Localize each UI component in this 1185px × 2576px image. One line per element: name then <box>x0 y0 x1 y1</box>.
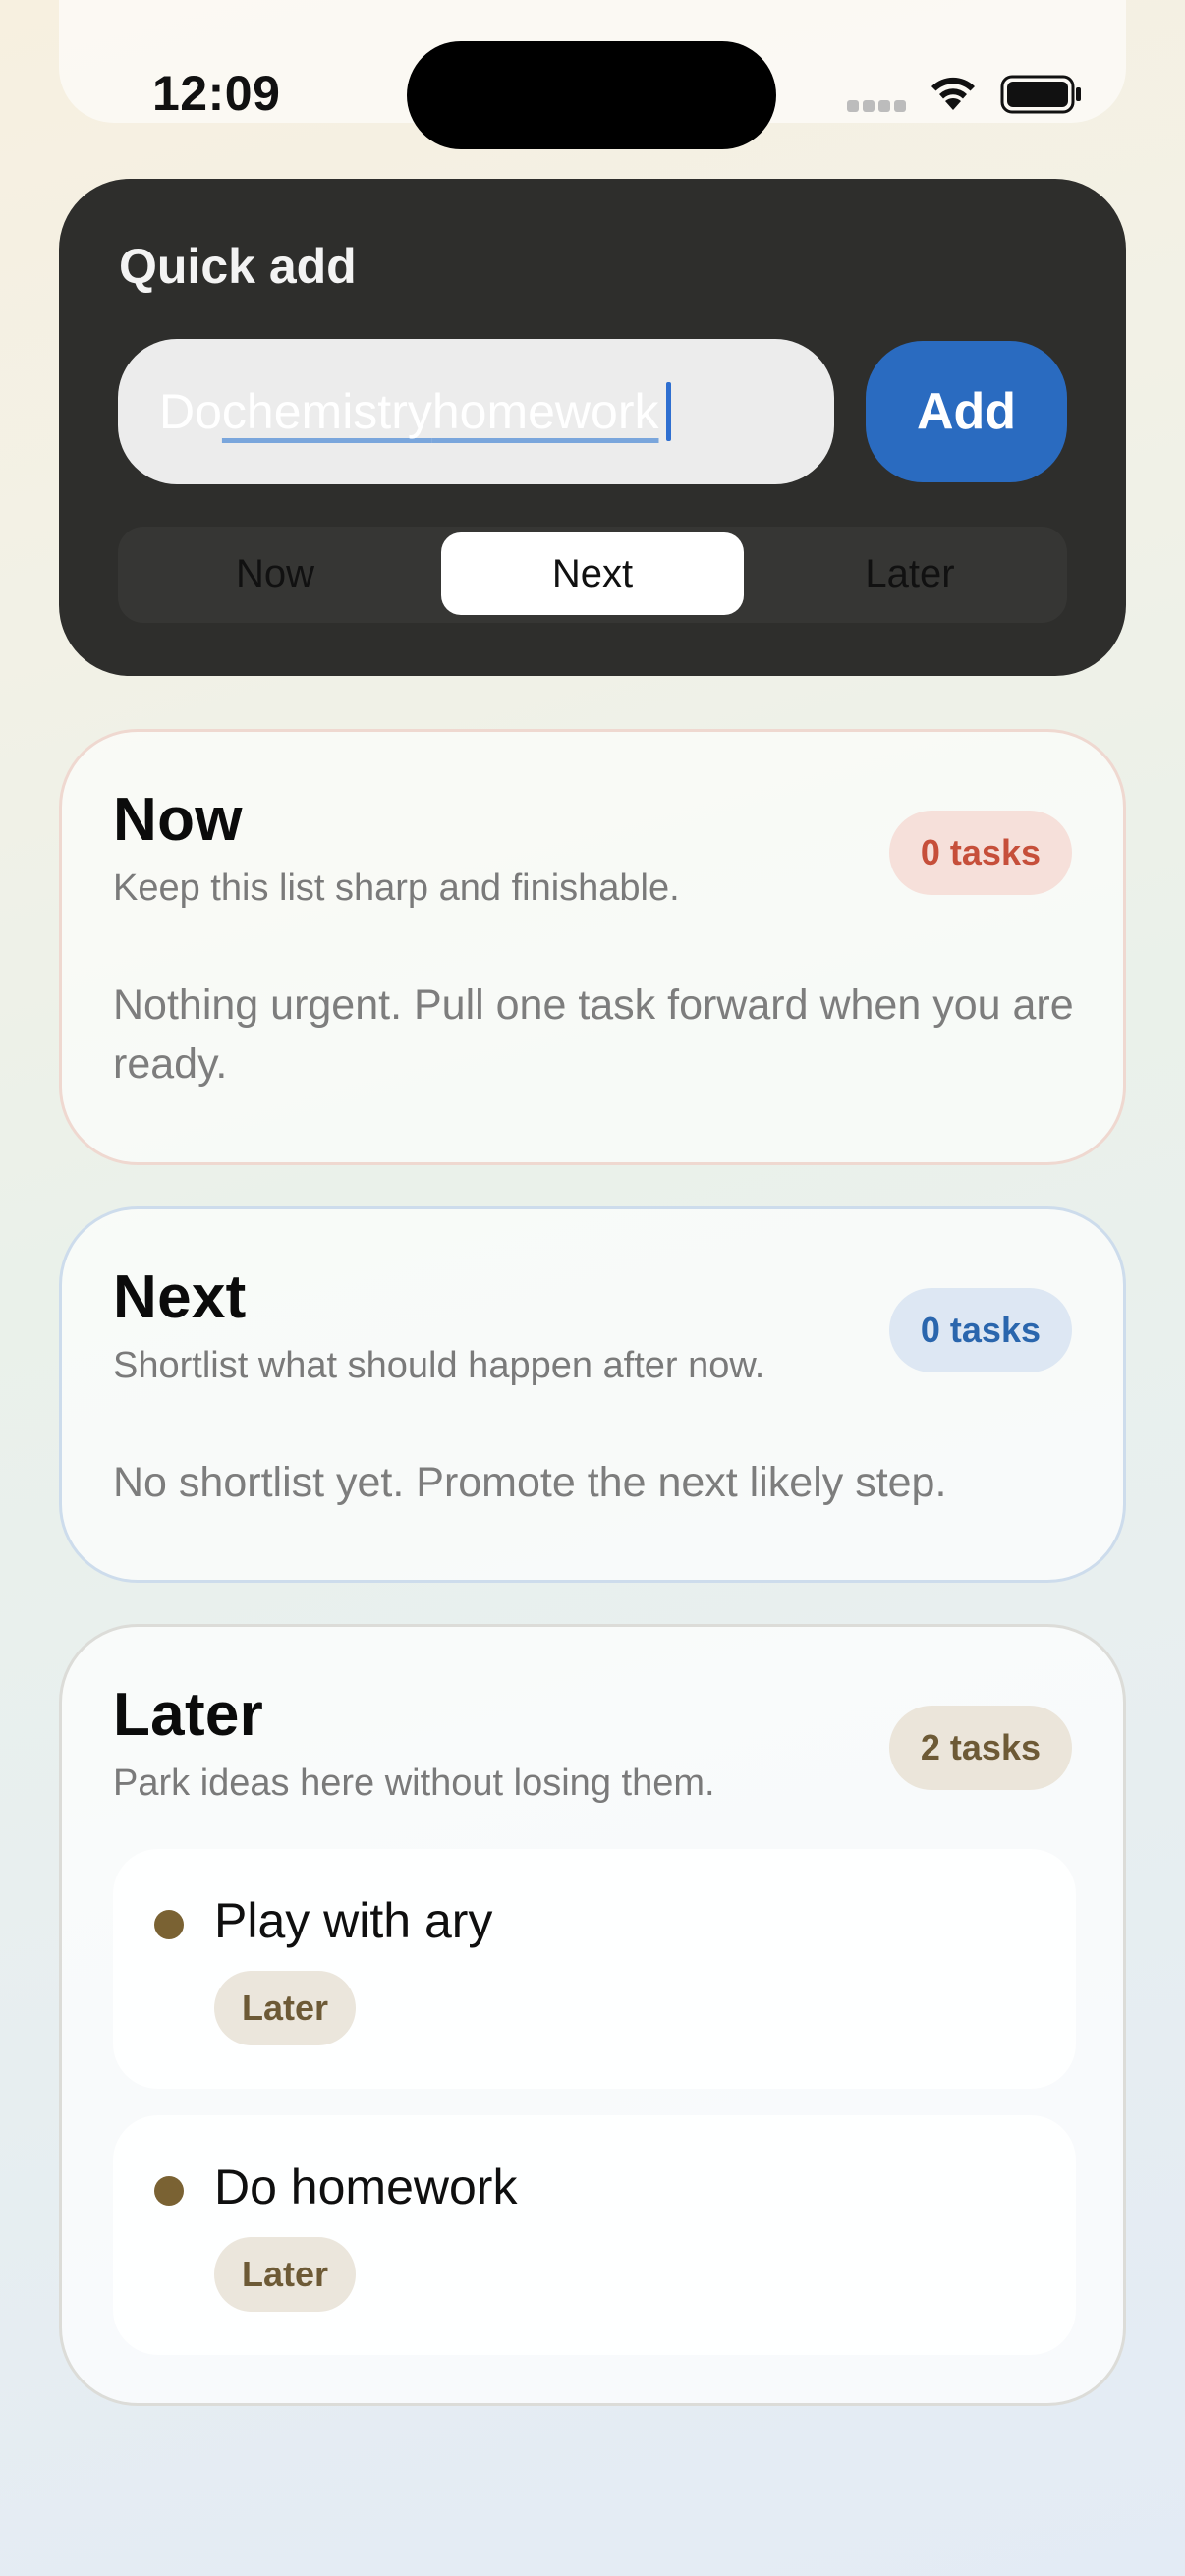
task-bullet-icon <box>154 1910 184 1939</box>
now-empty-message: Nothing urgent. Pull one task forward wh… <box>113 981 1074 1088</box>
text-caret <box>666 382 672 441</box>
quick-add-title: Quick add <box>119 239 357 294</box>
task-item[interactable]: Play with ary Later <box>113 1849 1076 2089</box>
later-list-subtitle: Park ideas here without losing them. <box>113 1763 715 1804</box>
input-text-homework: homework <box>431 384 659 439</box>
now-list-title: Now <box>113 786 243 854</box>
task-bucket-tag: Later <box>214 2237 357 2312</box>
task-bucket-tag: Later <box>214 1971 357 2045</box>
next-list-title: Next <box>113 1263 247 1331</box>
add-button[interactable]: Add <box>866 341 1067 482</box>
wifi-icon <box>931 77 975 110</box>
now-task-count-badge: 0 tasks <box>888 811 1072 895</box>
task-title: Play with ary <box>214 1893 493 1948</box>
now-list-subtitle: Keep this list sharp and finishable. <box>113 868 680 909</box>
dynamic-island <box>407 41 776 149</box>
later-task-count-badge: 2 tasks <box>888 1706 1072 1790</box>
segment-next[interactable]: Next <box>441 532 744 615</box>
battery-icon <box>1000 75 1081 114</box>
cellular-signal-icon <box>847 100 908 114</box>
next-empty-message: No shortlist yet. Promote the next likel… <box>113 1459 947 1506</box>
next-list-subtitle: Shortlist what should happen after now. <box>113 1345 765 1386</box>
quick-add-card: Quick add Do chemistry homework Add Now … <box>59 179 1126 676</box>
task-item[interactable]: Do homework Later <box>113 2115 1076 2355</box>
now-list-card: Now Keep this list sharp and finishable.… <box>59 729 1126 1165</box>
input-text-do: Do <box>159 384 222 439</box>
quick-add-input[interactable]: Do chemistry homework <box>118 339 834 484</box>
next-task-count-badge: 0 tasks <box>888 1288 1072 1372</box>
status-icons <box>847 69 1083 118</box>
task-title: Do homework <box>214 2159 518 2214</box>
next-list-card: Next Shortlist what should happen after … <box>59 1206 1126 1583</box>
task-bullet-icon <box>154 2176 184 2206</box>
input-text-chemistry: chemistry <box>221 384 432 439</box>
later-list-title: Later <box>113 1681 264 1749</box>
segment-now[interactable]: Now <box>124 532 426 615</box>
status-time: 12:09 <box>152 66 281 121</box>
segment-later[interactable]: Later <box>759 532 1061 615</box>
bucket-segmented-control: Now Next Later <box>118 527 1067 623</box>
later-list-card: Later Park ideas here without losing the… <box>59 1624 1126 2406</box>
